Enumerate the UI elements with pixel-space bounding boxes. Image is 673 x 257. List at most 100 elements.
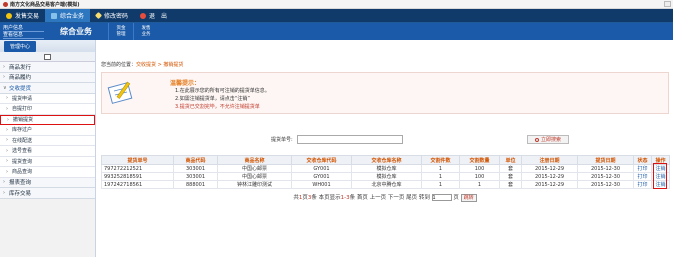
table-cell: 2015-12-29 [521,164,578,173]
table-cell: 2015-12-29 [521,172,578,181]
subnav-label: 业务 [141,31,151,37]
main-content: 您当前的位置：交收提货 > 撤销提货 温馨提示： 1.在此展示您的所有可注销的提… [97,40,673,257]
view-info-link[interactable]: 查看信息 [3,32,44,39]
column-header: 商品代码 [173,155,218,165]
table-cell: 797272212521 [101,164,174,173]
sidebar-item-label: 库存过户 [12,127,33,134]
print-link[interactable]: 打印 [633,172,652,181]
subnav-issuance-business[interactable]: 发售 业务 [133,23,158,40]
column-header: 提货单号 [101,155,174,165]
sidebar-item[interactable]: › 提货申请 [0,93,95,104]
document-icon [51,12,58,19]
sidebar-item-label: 自提打印 [12,106,33,113]
table-header-row: 提货单号 商品代码 商品名称 交收仓库代码 交收仓库名称 交割件数 交割数量 单位 注册日期 提货… [101,155,670,165]
sidebar-item[interactable]: › 自提打印 [0,104,95,115]
nav-comprehensive-business[interactable]: 综合业务 [45,9,91,22]
pickup-table: 提货单号 商品代码 商品名称 交收仓库代码 交收仓库名称 交割件数 交割数量 单位 注册日期 提货… [101,155,670,189]
search-button[interactable]: 立即搜索 [527,135,569,144]
column-header: 交收仓库名称 [351,155,422,165]
home-icon[interactable] [44,53,51,60]
table-cell: 1 [421,164,460,173]
sidebar-item[interactable]: › 撤销提货 [0,114,95,125]
sidebar-item[interactable]: › 库存交易 [0,188,95,199]
search-label: 提货单号: [271,137,293,143]
table-cell: 2015-12-30 [577,164,634,173]
app-logo-icon [3,1,8,7]
sidebar-menu: › 商品发行 › 商品履约 ∨ 交收提货 › 提货申请 › 自提打印 › 撤销提货 › 库存过户 › 在线配送… [0,62,95,199]
nav-label: 综合业务 [60,13,85,20]
user-info-link[interactable]: 用户信息 [3,25,44,32]
table-cell: WH001 [291,180,352,189]
table-cell: 197242718561 [101,180,174,189]
sidebar-item[interactable]: › 选号查看 [0,146,95,157]
table-row: 197242718561 888001 钟林江雕印测试 WH001 北京中腾仓库 1 1 套 2… [101,180,670,189]
nav-label: 修改密码 [104,13,129,20]
sidebar-item-label: 报表查询 [9,180,32,187]
nav-label: 退 出 [149,13,168,20]
management-center-tab[interactable]: 管理中心 [4,40,37,52]
table-cell: 303001 [173,164,218,173]
table-cell: 1 [421,172,460,181]
search-button-label: 立即搜索 [540,137,561,143]
sidebar-item-label: 在线配送 [12,137,33,144]
sidebar-item-label: 交收提货 [9,85,32,92]
table-row: 797272212521 303001 中国心邮票 GY001 模拟仓库 1 100 套 201… [101,164,670,173]
key-icon [94,11,103,20]
sidebar-item[interactable]: › 商品发行 [0,62,95,73]
pager-text: 页 [453,195,459,201]
table-cell: 2015-12-30 [577,172,634,181]
sidebar-item-label: 库存交易 [9,190,32,197]
table-cell: 套 [499,172,522,181]
column-header: 状态 [633,155,652,165]
print-link[interactable]: 打印 [633,164,652,173]
table-cell: 100 [459,172,500,181]
notice-line-3: 3.提货已交割完毕，不允许注销提货单 [175,104,260,110]
search-row: 提货单号: 立即搜索 [101,135,669,145]
table-cell: 2015-12-29 [521,180,578,189]
nav-logout[interactable]: 退 出 [134,9,173,22]
sidebar-item[interactable]: › 提货查询 [0,156,95,167]
sidebar-header: 管理中心 [0,40,95,52]
user-info: 用户信息 查看信息 [0,23,44,40]
magnifier-icon [534,137,539,142]
column-header: 注册日期 [521,155,578,165]
column-header: 交收仓库代码 [291,155,352,165]
jump-button[interactable]: 跳转 [460,194,477,202]
power-icon [140,12,147,19]
table-cell: 中国心邮票 [217,164,292,173]
pickup-number-input[interactable] [297,135,403,144]
sidebar-item-label: 提货查询 [12,158,33,165]
notice-line-2: 2.如需注销提货单，请点击“注销” [175,96,250,102]
sidebar-item[interactable]: › 库存过户 [0,125,95,136]
nav-change-password[interactable]: 修改密码 [90,9,134,22]
sidebar-item[interactable]: ∨ 交收提货 [0,83,95,94]
sidebar-item[interactable]: › 商品履约 [0,72,95,83]
table-cell: 套 [499,164,522,173]
nav-fashou-trade[interactable]: 发售交易 [0,9,45,22]
breadcrumb-prefix: 您当前的位置： [101,62,137,68]
sidebar-item[interactable]: › 在线配送 [0,135,95,146]
table-cell: 套 [499,180,522,189]
breadcrumb-path[interactable]: 交收提货 > 撤销提货 [136,62,183,68]
column-header: 交割数量 [459,155,500,165]
module-title: 综合业务 [60,27,92,36]
sidebar-item[interactable]: › 商品查询 [0,167,95,178]
table-cell: 100 [459,164,500,173]
table-row: 993252818591 303001 中国心邮票 GY001 模拟仓库 1 100 套 201… [101,172,670,181]
table-cell: GY001 [291,164,352,173]
pager-nav-links[interactable]: 条 首页 上一页 下一页 尾页 转到 [350,195,430,201]
table-cell: 中国心邮票 [217,172,292,181]
breadcrumb: 您当前的位置：交收提货 > 撤销提货 [101,61,183,68]
column-header: 商品名称 [217,155,292,165]
sidebar-item-label: 商品发行 [9,64,32,71]
subnav-funds-management[interactable]: 资金 管理 [108,23,133,40]
print-link[interactable]: 打印 [633,180,652,189]
notice-line-1: 1.在此展示您的所有可注销的提货单信息。 [175,88,270,94]
sidebar-item[interactable]: › 报表查询 [0,177,95,188]
pagination: 共1页3条 本页显示1-3条 首页 上一页 下一页 尾页 转到 页 跳转 [101,193,669,202]
table-body: 797272212521 303001 中国心邮票 GY001 模拟仓库 1 100 套 201… [101,164,670,189]
window-control-button[interactable] [664,1,671,7]
page-jump-input[interactable] [431,194,452,201]
notice-box: 温馨提示： 1.在此展示您的所有可注销的提货单信息。 2.如需注销提货单，请点击… [101,72,669,114]
sidebar-item-label: 商品查询 [12,169,33,176]
